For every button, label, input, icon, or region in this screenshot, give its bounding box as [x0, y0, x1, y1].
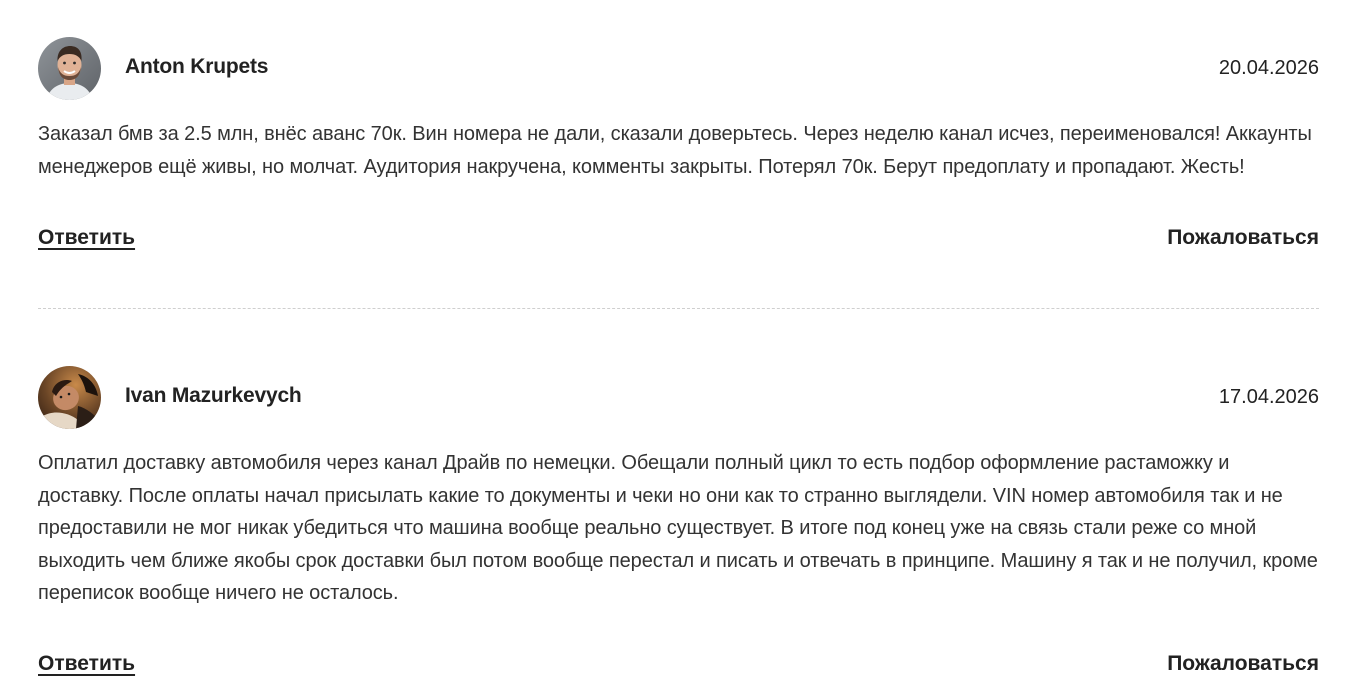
comment-item: Ivan Mazurkevych 17.04.2026 Оплатил дост…: [38, 366, 1319, 682]
comment-text: Оплатил доставку автомобиля через канал …: [38, 452, 1318, 604]
comment-date: 20.04.2026: [1218, 57, 1319, 79]
reply-link[interactable]: Ответить: [38, 226, 135, 250]
avatar: [38, 37, 101, 100]
comment-text: Заказал бмв за 2.5 млн, внёс аванс 70к. …: [38, 123, 1312, 178]
avatar-photo-icon: [38, 366, 101, 429]
comment-divider: [38, 308, 1319, 309]
avatar-photo-icon: [38, 37, 101, 100]
comment-actions: Ответить Пожаловаться: [38, 652, 1319, 682]
comment-actions: Ответить Пожаловаться: [38, 226, 1319, 256]
author-name: Anton Krupets: [125, 55, 269, 78]
report-link[interactable]: Пожаловаться: [1167, 226, 1319, 250]
author-name: Ivan Mazurkevych: [125, 384, 302, 407]
avatar: [38, 366, 101, 429]
comment-header: Ivan Mazurkevych 17.04.2026: [38, 366, 1319, 429]
comment-header: Anton Krupets 20.04.2026: [38, 37, 1319, 100]
comment-item: Anton Krupets 20.04.2026 Заказал бмв за …: [38, 37, 1319, 256]
comment-date: 17.04.2026: [1218, 386, 1319, 408]
reply-link[interactable]: Ответить: [38, 652, 135, 676]
report-link[interactable]: Пожаловаться: [1167, 652, 1319, 676]
